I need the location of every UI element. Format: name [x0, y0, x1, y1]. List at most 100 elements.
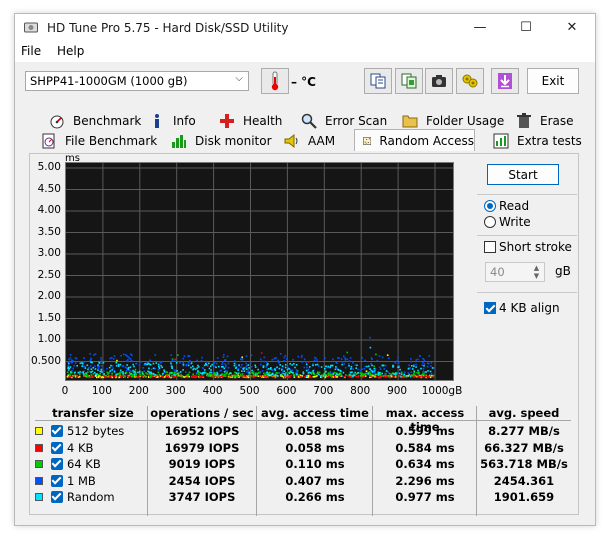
access-point	[248, 372, 250, 374]
access-point	[266, 371, 268, 374]
options-button[interactable]	[456, 68, 484, 94]
spinner-arrows-icon[interactable]: ▲ ▼	[530, 264, 543, 280]
access-point	[406, 376, 408, 379]
access-point	[329, 366, 331, 369]
access-point	[110, 364, 112, 367]
access-point	[166, 371, 168, 374]
access-point	[233, 362, 236, 365]
access-point	[98, 362, 101, 364]
avg-access-cell: 0.110 ms	[285, 457, 345, 471]
access-point	[133, 373, 136, 376]
access-point	[243, 367, 245, 369]
access-point	[197, 364, 199, 367]
access-point	[90, 376, 93, 378]
menu-bar: File Help	[15, 41, 595, 62]
max-access-cell: 0.634 ms	[395, 457, 455, 471]
access-point	[354, 371, 356, 374]
access-point	[348, 360, 351, 362]
series-checkbox[interactable]	[51, 491, 63, 503]
access-point	[267, 373, 270, 376]
access-point	[264, 374, 266, 376]
access-point	[133, 365, 135, 368]
access-point	[267, 368, 270, 370]
read-radio[interactable]	[484, 200, 496, 212]
access-point	[170, 363, 173, 366]
tab-erase[interactable]: Erase	[516, 111, 574, 131]
close-button[interactable]: ✕	[549, 14, 595, 41]
tab-health[interactable]: Health	[219, 111, 282, 131]
series-checkbox[interactable]	[51, 458, 63, 470]
access-point	[241, 356, 243, 359]
access-point	[317, 373, 320, 375]
screenshot-button[interactable]	[425, 68, 453, 94]
access-point	[332, 373, 335, 375]
access-point	[242, 375, 245, 377]
temperature-button[interactable]	[261, 68, 289, 94]
y-tick-label: 4.50	[37, 182, 61, 195]
save-results-button[interactable]	[491, 68, 519, 94]
access-point	[201, 375, 204, 377]
access-point	[94, 371, 96, 374]
menu-help[interactable]: Help	[57, 44, 84, 58]
access-point	[314, 364, 317, 366]
header-transfer-size: transfer size	[52, 406, 134, 420]
write-radio[interactable]	[484, 216, 496, 228]
access-point	[224, 363, 226, 365]
access-point	[312, 370, 314, 372]
separator	[477, 194, 577, 195]
access-point	[187, 355, 189, 358]
menu-file[interactable]: File	[21, 44, 41, 58]
series-checkbox[interactable]	[51, 441, 63, 454]
access-point	[385, 370, 388, 372]
series-checkbox[interactable]	[51, 474, 63, 487]
short-stroke-checkbox[interactable]	[484, 241, 496, 253]
copy-screen-button[interactable]	[395, 68, 423, 94]
tab-label: Disk monitor	[195, 134, 272, 148]
tab-disk-monitor[interactable]: Disk monitor	[171, 131, 272, 151]
access-point	[381, 372, 383, 375]
access-time-plot	[65, 162, 454, 381]
access-point	[430, 373, 433, 375]
header-avg-access: avg. access time	[261, 406, 369, 420]
stroke-size-spinner[interactable]: 40 ▲ ▼	[485, 262, 545, 282]
access-point	[232, 375, 234, 377]
access-point	[120, 354, 122, 357]
series-checkbox[interactable]	[51, 425, 63, 437]
access-point	[152, 367, 155, 370]
tab-extra-tests[interactable]: Extra tests	[493, 131, 582, 151]
tab-info[interactable]: Info	[149, 111, 196, 131]
tab-aam[interactable]: AAM	[284, 131, 335, 151]
copy-info-button[interactable]	[364, 68, 392, 94]
tab-error-scan[interactable]: Error Scan	[301, 111, 387, 131]
access-point	[334, 368, 337, 371]
access-point	[97, 366, 99, 368]
access-point	[132, 369, 134, 372]
access-point	[152, 372, 154, 375]
access-point	[276, 366, 278, 369]
drive-select[interactable]: SHPP41-1000GM (1000 gB) ⌵	[25, 71, 249, 91]
avg-speed-cell: 2454.361	[493, 473, 555, 488]
access-point	[120, 376, 122, 378]
access-point	[67, 369, 70, 371]
access-point	[233, 364, 236, 367]
access-point	[106, 376, 108, 378]
access-point	[313, 372, 315, 374]
tab-folder-usage[interactable]: Folder Usage	[402, 111, 504, 131]
access-point	[127, 359, 129, 361]
stroke-size-value: 40	[490, 265, 505, 279]
maximize-button[interactable]: ☐	[503, 14, 549, 41]
access-point	[119, 363, 122, 366]
tab-random-access[interactable]: Random Access	[354, 129, 475, 151]
access-point	[117, 363, 120, 366]
access-point	[382, 375, 385, 377]
tab-file-benchmark[interactable]: File Benchmark	[41, 131, 157, 151]
start-button[interactable]: Start	[487, 164, 559, 185]
align-4kb-checkbox[interactable]	[484, 302, 496, 314]
access-point	[329, 372, 331, 374]
access-point	[288, 372, 291, 374]
exit-button[interactable]: Exit	[527, 68, 579, 94]
access-point	[197, 370, 199, 372]
minimize-button[interactable]: —	[457, 14, 503, 41]
tab-benchmark[interactable]: Benchmark	[49, 111, 141, 131]
access-point	[397, 356, 399, 359]
